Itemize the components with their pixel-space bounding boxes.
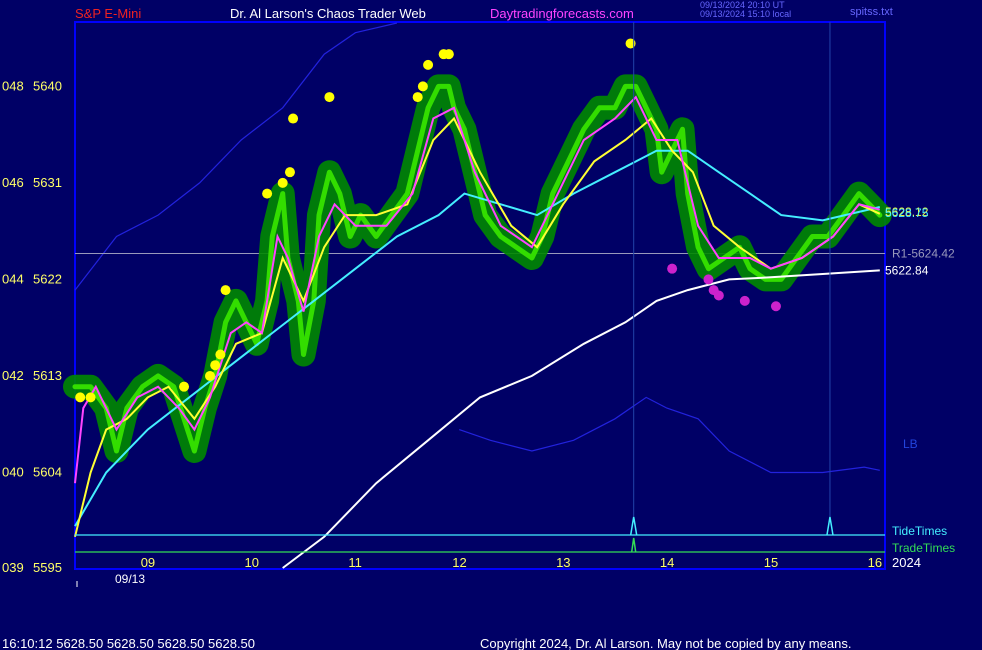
x-tick-label: 09 (141, 555, 155, 570)
y-tick-left-label: 040 (2, 464, 24, 479)
lower-band-line (459, 396, 880, 474)
magenta-signal-dot (667, 263, 678, 274)
yellow-signal-dot (324, 92, 335, 103)
lb-label: LB (903, 437, 918, 451)
plot-frame (74, 21, 886, 570)
quote-readout: 16:10:12 5628.50 5628.50 5628.50 5628.50 (2, 636, 255, 650)
price-glow-band (63, 74, 892, 463)
magenta-signal-dot (739, 295, 750, 306)
yellow-signal-dot (220, 285, 231, 296)
y-tick-price-label: 5595 (33, 560, 62, 575)
tide-spike (826, 516, 834, 536)
y-tick-price-label: 5640 (33, 78, 62, 93)
yellow-signal-dot (417, 81, 428, 92)
y-tick-left-label: 039 (2, 560, 24, 575)
y-tick-price-label: 5622 (33, 271, 62, 286)
y-tick-left-label: 042 (2, 368, 24, 383)
long-average-line (282, 269, 880, 569)
x-tick-label: 10 (245, 555, 259, 570)
magenta-signal-dot (713, 290, 724, 301)
y-tick-price-label: 5631 (33, 175, 62, 190)
r1-label: R1-5624.42 (892, 246, 955, 260)
yellow-signal-dot (75, 392, 86, 403)
y-tick-price-label: 5613 (33, 368, 62, 383)
x-tick-label: 13 (556, 555, 570, 570)
yellow-signal-dot (423, 59, 434, 70)
date-label: 09/13 (115, 572, 145, 586)
magenta-signal-dot (770, 301, 781, 312)
y-axis: 039 5595 040 5604 042 5613 044 5622 046 5631 048 56… (2, 78, 62, 575)
price-chart: R1-5624.42 TideTimes TradeTimes LB 039 5595… (2, 0, 955, 650)
x-tick-label: 15 (764, 555, 778, 570)
y-tick-left-label: 046 (2, 175, 24, 190)
upper-band-line (74, 22, 398, 291)
right-value-label: 5622.84 (885, 263, 929, 277)
symbol-label: S&P E-Mini (75, 6, 141, 21)
yellow-signal-dot (284, 167, 295, 178)
x-tick-label: 11 (348, 555, 362, 570)
y-tick-price-label: 5604 (33, 464, 62, 479)
tide-label: TideTimes (892, 524, 947, 538)
site-title: Dr. Al Larson's Chaos Trader Web (230, 6, 426, 21)
y-tick-left-label: 044 (2, 271, 24, 286)
average-lines (74, 95, 881, 569)
yellow-signal-dot (179, 381, 190, 392)
x-axis: 09 10 11 12 13 14 15 16 09/13 2024 (76, 555, 921, 587)
right-labels: 5628.125628.755622.84 (885, 205, 929, 278)
yellow-signal-dot (288, 113, 299, 124)
timestamp-local: 09/13/2024 15:10 local (700, 9, 791, 19)
yellow-signal-dot (443, 49, 454, 60)
trade-spike (630, 537, 637, 553)
right-value-label: 5628.75 (885, 206, 929, 220)
year-label: 2024 (892, 555, 921, 570)
trade-label: TradeTimes (892, 541, 955, 555)
copyright: Copyright 2024, Dr. Al Larson. May not b… (480, 636, 851, 650)
tide-spike (629, 516, 638, 536)
yellow-signal-dot (215, 349, 226, 360)
file-name: spitss.txt (850, 6, 893, 18)
yellow-signal-dot (210, 360, 221, 371)
site-url[interactable]: Daytradingforecasts.com (490, 6, 634, 21)
yellow-signal-dot (205, 370, 215, 381)
yellow-signal-dot (277, 177, 288, 188)
price-glow (63, 74, 892, 463)
yellow-signal-dot (262, 188, 273, 199)
x-tick-label: 14 (660, 555, 674, 570)
tide-trade-lines: TideTimes TradeTimes LB (75, 22, 955, 555)
x-tick-label: 16 (868, 555, 882, 570)
yellow-signal-dot (85, 392, 96, 403)
yellow-signal-dot (412, 92, 423, 103)
magenta-signal-dot (703, 274, 714, 285)
y-tick-left-label: 048 (2, 78, 24, 93)
x-tick-label: 12 (452, 555, 466, 570)
